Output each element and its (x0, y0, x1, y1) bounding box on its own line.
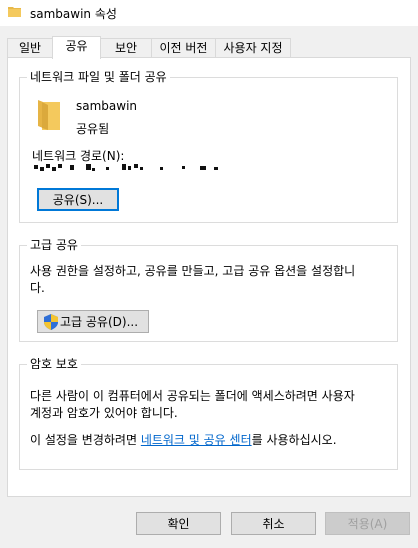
password-protection-description-line1: 다른 사람이 이 컴퓨터에서 공유되는 폴더에 액세스하려면 사용자 (30, 389, 355, 403)
folder-icon (38, 100, 60, 130)
tab-previous-versions[interactable]: 이전 버전 (151, 38, 216, 58)
change-setting-prefix: 이 설정을 변경하려면 (30, 433, 141, 447)
cancel-button[interactable]: 취소 (231, 512, 316, 535)
uac-shield-icon (44, 313, 58, 330)
folder-name: sambawin (76, 99, 138, 113)
tab-customize[interactable]: 사용자 지정 (215, 38, 291, 58)
password-protection-description-line2: 계정과 암호가 있어야 합니다. (30, 406, 178, 420)
change-setting-text: 이 설정을 변경하려면 네트워크 및 공유 센터를 사용하십시오. (30, 431, 337, 448)
advanced-sharing-group: 고급 공유 사용 권한을 설정하고, 공유를 만들고, 고급 공유 옵션을 설정… (19, 237, 398, 342)
advanced-sharing-button-label: 고급 공유(D)... (60, 315, 139, 329)
advanced-sharing-description-line2: 다. (30, 281, 45, 295)
apply-button[interactable]: 적용(A) (325, 512, 410, 535)
advanced-sharing-button[interactable]: 고급 공유(D)... (37, 310, 149, 333)
share-status: 공유됨 (76, 122, 110, 136)
network-path-label: 네트워크 경로(N): (32, 149, 125, 163)
network-sharing-group: 네트워크 파일 및 폴더 공유 sambawin 공유됨 네트워크 경로(N): (19, 69, 398, 223)
title-bar: sambawin 속성 (0, 0, 418, 26)
network-sharing-group-title: 네트워크 파일 및 폴더 공유 (27, 69, 170, 85)
advanced-sharing-description-line1: 사용 권한을 설정하고, 공유를 만들고, 고급 공유 옵션을 설정합니 (30, 264, 356, 278)
window-title: sambawin 속성 (30, 7, 117, 21)
password-protection-group: 암호 보호 다른 사람이 이 컴퓨터에서 공유되는 폴더에 액세스하려면 사용자… (19, 356, 398, 470)
tab-security[interactable]: 보안 (100, 38, 152, 58)
network-path-redacted (34, 164, 234, 172)
network-sharing-center-link[interactable]: 네트워크 및 공유 센터 (141, 433, 252, 447)
tab-sharing[interactable]: 공유 (52, 36, 101, 59)
ok-button[interactable]: 확인 (136, 512, 221, 535)
tab-general[interactable]: 일반 (7, 38, 53, 58)
tab-strip: 일반 공유 보안 이전 버전 사용자 지정 (0, 36, 418, 59)
folder-icon (8, 7, 21, 17)
password-protection-group-title: 암호 보호 (27, 356, 81, 372)
change-setting-suffix: 를 사용하십시오. (251, 433, 337, 447)
advanced-sharing-group-title: 고급 공유 (27, 237, 81, 253)
share-button[interactable]: 공유(S)... (37, 188, 119, 211)
tab-panel: 네트워크 파일 및 폴더 공유 sambawin 공유됨 네트워크 경로(N): (7, 57, 411, 497)
